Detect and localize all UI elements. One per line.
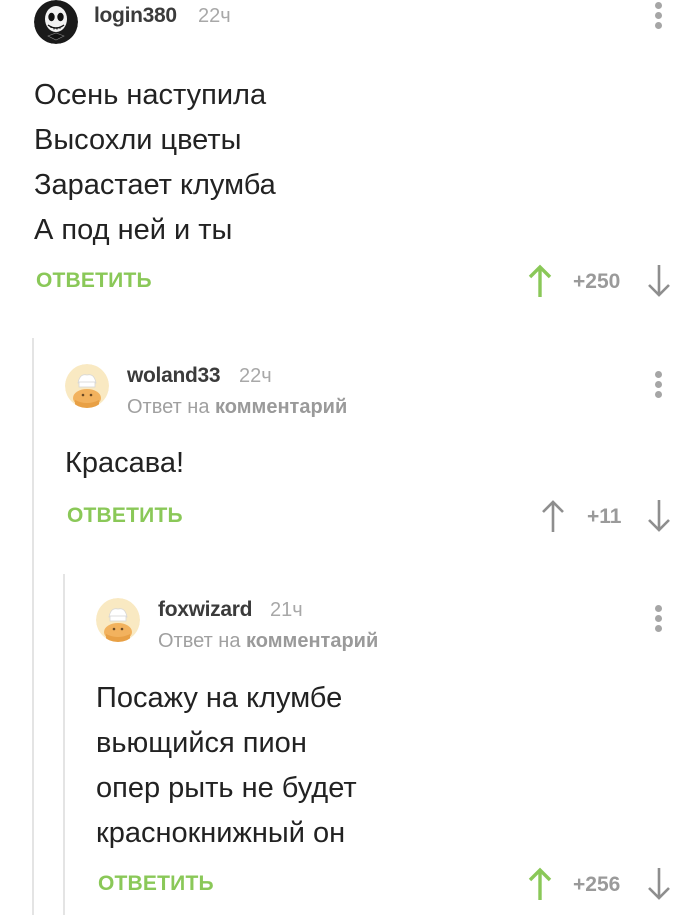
comment-line: Посажу на клумбе <box>96 682 343 714</box>
arrow-down-icon[interactable] <box>646 867 672 901</box>
default-chef-avatar[interactable] <box>96 598 140 642</box>
reply-to-comment-link[interactable]: комментарий <box>215 396 347 418</box>
reply-button[interactable]: ОТВЕТИТЬ <box>36 269 152 293</box>
rating-value: +256 <box>573 873 621 896</box>
more-vertical-icon[interactable] <box>649 369 669 401</box>
rating-value: +11 <box>587 505 622 528</box>
comment-line: краснокнижный он <box>96 817 346 849</box>
jack-skellington-avatar[interactable] <box>34 0 78 44</box>
comment-time: 22ч <box>239 365 272 387</box>
comment-line: вьющийся пион <box>96 727 307 759</box>
reply-to-info: Ответ на комментарий <box>127 396 347 419</box>
reply-to-prefix: Ответ на <box>127 396 210 418</box>
comment-text: Осень наступила Высохли цветы Зарастает … <box>34 73 276 253</box>
comment-line: опер рыть не будет <box>96 772 357 804</box>
comment-line: Осень наступила <box>34 79 267 111</box>
reply-to-info: Ответ на комментарий <box>158 630 378 653</box>
username[interactable]: login380 <box>94 4 177 28</box>
thread-line-level-2 <box>63 574 65 915</box>
arrow-up-icon[interactable] <box>540 499 566 533</box>
comment-line: Высохли цветы <box>34 124 242 156</box>
username[interactable]: foxwizard <box>158 598 252 622</box>
comment-time: 21ч <box>270 599 303 621</box>
reply-to-comment-link[interactable]: комментарий <box>246 630 378 652</box>
arrow-up-icon[interactable] <box>527 867 553 901</box>
arrow-down-icon[interactable] <box>646 264 672 298</box>
thread-line-level-1 <box>32 338 34 915</box>
comment-text: Красава! <box>65 441 184 486</box>
comment-text: Посажу на клумбе вьющийся пион опер рыть… <box>96 676 357 856</box>
arrow-down-icon[interactable] <box>646 499 672 533</box>
more-vertical-icon[interactable] <box>649 0 669 32</box>
username[interactable]: woland33 <box>127 364 221 388</box>
arrow-up-icon[interactable] <box>527 264 553 298</box>
reply-button[interactable]: ОТВЕТИТЬ <box>67 504 183 528</box>
comment-line: А под ней и ты <box>34 214 233 246</box>
more-vertical-icon[interactable] <box>649 603 669 635</box>
reply-button[interactable]: ОТВЕТИТЬ <box>98 872 214 896</box>
default-chef-avatar[interactable] <box>65 364 109 408</box>
comment-line: Красава! <box>65 447 185 479</box>
rating-value: +250 <box>573 270 621 293</box>
comment-time: 22ч <box>198 5 231 27</box>
reply-to-prefix: Ответ на <box>158 630 241 652</box>
comment-line: Зарастает клумба <box>34 169 276 201</box>
